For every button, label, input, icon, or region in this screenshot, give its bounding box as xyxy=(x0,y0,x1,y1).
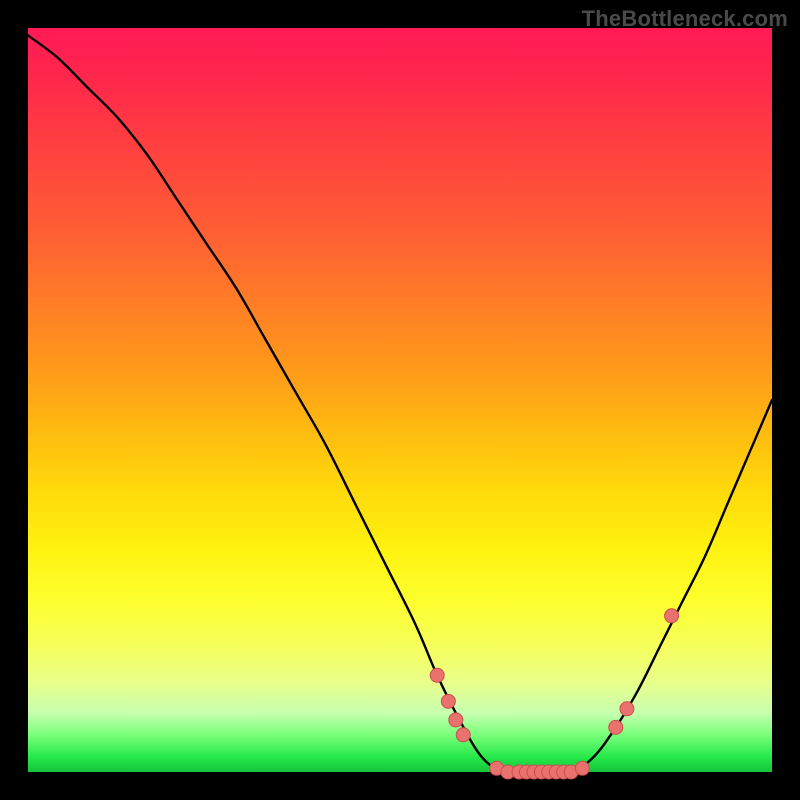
curve-marker xyxy=(430,668,444,682)
curve-marker xyxy=(609,720,623,734)
bottleneck-curve xyxy=(28,35,772,773)
curve-markers xyxy=(430,609,678,779)
curve-marker xyxy=(620,702,634,716)
curve-marker xyxy=(575,761,589,775)
chart-stage: TheBottleneck.com xyxy=(0,0,800,800)
curve-marker xyxy=(449,713,463,727)
curve-marker xyxy=(441,694,455,708)
plot-area xyxy=(28,28,772,772)
curve-marker xyxy=(456,728,470,742)
curve-svg xyxy=(28,28,772,772)
curve-marker xyxy=(665,609,679,623)
